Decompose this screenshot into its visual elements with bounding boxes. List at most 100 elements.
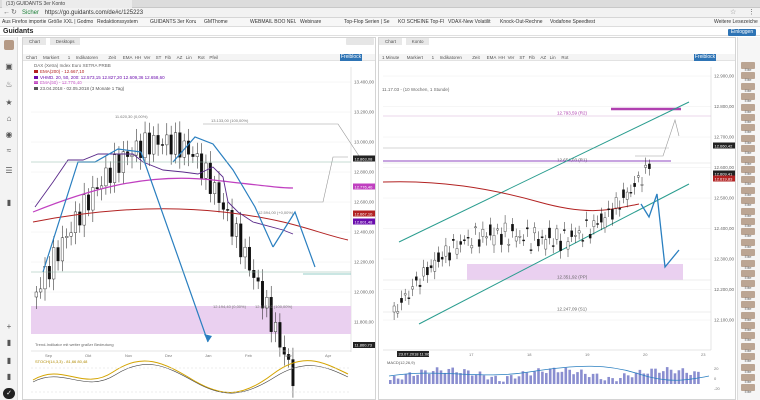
eye-icon[interactable]: ◉	[4, 130, 14, 140]
panel-controls-left[interactable]	[346, 38, 374, 45]
bookmark-item[interactable]: Webinare	[300, 18, 321, 27]
pro-button-left[interactable]: Freiblock	[340, 54, 362, 61]
home-icon[interactable]: ⌂	[4, 114, 14, 124]
bookmark-item[interactable]: KO SCHEINE Top-Fl	[398, 18, 444, 27]
toolbar-item[interactable]: Ver	[508, 54, 515, 61]
pivot-label: 12.351,92 (PP)	[557, 275, 588, 280]
toolbar-item[interactable]: Lin	[186, 54, 192, 61]
login-button[interactable]: Einloggen	[728, 29, 756, 36]
date-tick-label: Jan	[205, 353, 211, 358]
macd-bar	[681, 368, 685, 384]
monitor-icon[interactable]: ▣	[4, 62, 14, 72]
bell-icon[interactable]: ♨	[4, 80, 14, 90]
chart-icon[interactable]: ≈	[4, 146, 14, 156]
toolbar-item[interactable]: Ver	[144, 54, 151, 61]
browser-tab[interactable]: (13) GUIDANTS 3er Konto	[2, 0, 132, 8]
toolbar-item[interactable]: HH	[498, 54, 505, 61]
bookmark-item[interactable]: VDAX-New Volatilit	[448, 18, 491, 27]
pro-button-right[interactable]: Freiblock	[694, 54, 716, 61]
toolbar-item[interactable]: Rot	[198, 54, 205, 61]
bookmark-item[interactable]: Weitere Lesezeichen	[714, 18, 758, 27]
toolbar-item[interactable]: 1	[68, 54, 71, 61]
candle-body	[477, 239, 481, 247]
candle-body	[489, 224, 492, 236]
chart-left[interactable]: 13.400,00 13.200,00 13.000,00 12.800,00 12.6…	[23, 62, 376, 400]
star-icon[interactable]: ☆	[730, 9, 736, 17]
toolbar-item[interactable]: Lin	[550, 54, 556, 61]
macd-bar	[389, 380, 392, 384]
toolbar-item[interactable]: Chart	[26, 54, 37, 61]
candle-body	[230, 210, 234, 237]
toolbar-item[interactable]: EMA	[123, 54, 133, 61]
candle-body	[622, 189, 625, 198]
reload-icon[interactable]: ↻	[11, 9, 17, 17]
toolbar-item[interactable]: Zeit	[472, 54, 480, 61]
candle-body	[611, 209, 614, 220]
toolbar-item[interactable]: ST	[156, 54, 162, 61]
candle-body	[592, 220, 596, 227]
toolbar-item[interactable]: 1 Minute	[382, 54, 399, 61]
bookmark-item[interactable]: Top-Flop Serien | Se	[344, 18, 390, 27]
bookmark-item[interactable]: Redaktionssystem	[97, 18, 138, 27]
date-tick-label: Mär	[285, 353, 293, 358]
candle-body	[169, 134, 173, 155]
toolbar-item[interactable]: Indikatoren	[440, 54, 462, 61]
toolbar-item[interactable]: AZ	[540, 54, 546, 61]
toolbar-item[interactable]: ST	[519, 54, 525, 61]
folder-icon[interactable]: ▮	[4, 372, 14, 382]
macd-bar	[556, 372, 560, 384]
arrow-head	[204, 334, 212, 342]
menu-icon[interactable]: ⋮	[748, 9, 755, 17]
candle-body	[648, 163, 651, 169]
bookmark-item[interactable]: GMThome	[204, 18, 228, 27]
toolbar-item[interactable]: Markiert	[43, 54, 59, 61]
tab-konto[interactable]: Konto	[405, 38, 430, 45]
projection-line	[258, 156, 348, 203]
candle-body	[195, 153, 199, 157]
toolbar-item[interactable]: Fib	[165, 54, 171, 61]
toolbar-item[interactable]: Fib	[529, 54, 535, 61]
candle-body	[403, 293, 407, 296]
toolbar-item[interactable]: EMA	[487, 54, 497, 61]
bookmark-item[interactable]: Knock-Out-Rechne	[500, 18, 543, 27]
macd-bar	[533, 371, 536, 384]
toolbar-item[interactable]: Markiert	[407, 54, 423, 61]
toolbar-item[interactable]: Rot	[561, 54, 568, 61]
bookmark-item[interactable]: Aus Firefox importie	[2, 18, 46, 27]
star-icon[interactable]: ★	[4, 98, 14, 108]
toolbar-item[interactable]: HH	[135, 54, 142, 61]
tab-chart[interactable]: Chart	[379, 38, 403, 45]
back-icon[interactable]: ←	[3, 9, 10, 17]
bookmark-item[interactable]: GUIDANTS 3er Konz	[150, 18, 196, 27]
bookmark-item[interactable]: Größe XXL | Godmo	[48, 18, 93, 27]
avatar-icon[interactable]	[4, 40, 14, 50]
toolbar-item[interactable]: Zeit	[108, 54, 116, 61]
date-tick-label: 20	[643, 352, 648, 357]
chart-right[interactable]: 12.900,00 12.800,00 12.700,00 12.600,00 12.5…	[379, 62, 735, 400]
candle-body	[581, 240, 585, 242]
tab-chart[interactable]: Chart	[23, 38, 47, 45]
tab-desktops[interactable]: Desktops	[49, 38, 81, 45]
candle-body	[256, 277, 260, 282]
date-tick-label: Dez	[165, 353, 172, 358]
folder-icon[interactable]: ▮	[4, 356, 14, 366]
list-icon[interactable]: ☰	[4, 166, 14, 176]
macd-bar	[611, 378, 614, 384]
toolbar-item[interactable]: 1	[432, 54, 435, 61]
bookmark-item[interactable]: Vodafone Speedtest	[550, 18, 595, 27]
macd-bar	[545, 373, 548, 384]
plus-icon[interactable]: +	[4, 322, 14, 332]
date-tick-label: 18	[527, 352, 532, 357]
bookmark-item[interactable]: WEBMAIL BOO NEU	[250, 18, 296, 27]
toolbar-item[interactable]: AZ	[177, 54, 183, 61]
url-text[interactable]: Sicher https://go.guidants.com/de#c/1252…	[22, 9, 143, 17]
candle-body	[191, 154, 195, 157]
candle-body	[507, 244, 511, 246]
macd-bar	[580, 369, 583, 384]
folder-icon[interactable]: ▮	[4, 338, 14, 348]
folder-icon[interactable]: ▮	[4, 198, 14, 208]
toolbar-item[interactable]: Pfeil	[209, 54, 218, 61]
help-icon[interactable]: ✓	[3, 388, 15, 399]
toolbar-item[interactable]: Indikatoren	[76, 54, 98, 61]
stoch-line	[32, 360, 349, 393]
